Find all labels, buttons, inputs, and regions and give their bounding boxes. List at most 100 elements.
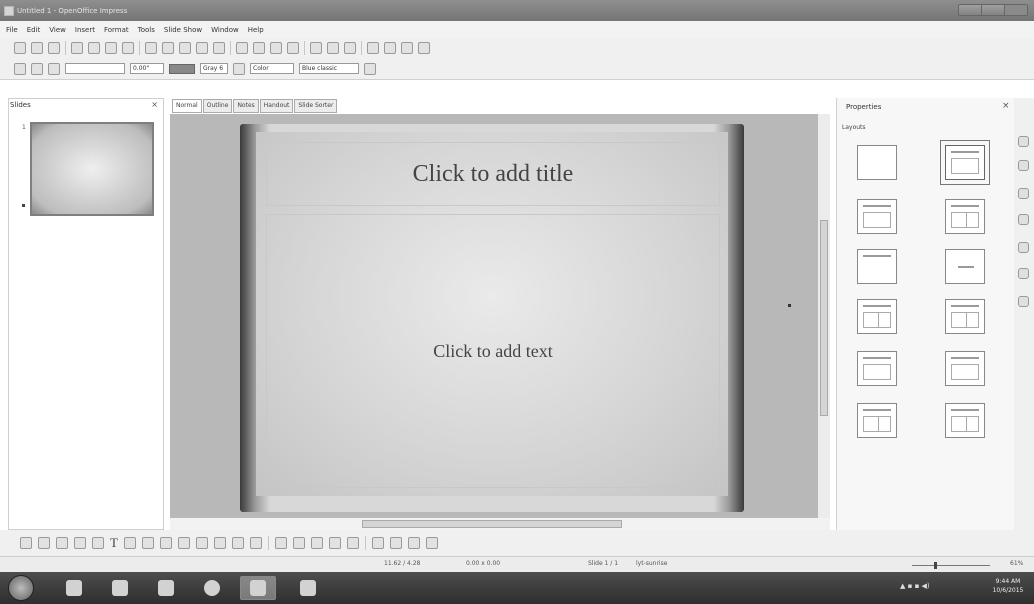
menu-help[interactable]: Help bbox=[248, 26, 264, 34]
select-arrow-icon[interactable] bbox=[20, 537, 32, 549]
menu-insert[interactable]: Insert bbox=[75, 26, 95, 34]
taskbar-clock[interactable]: 9:44 AM 10/6/2015 bbox=[988, 577, 1028, 595]
tab-slide-sorter[interactable]: Slide Sorter bbox=[294, 99, 338, 113]
menu-window[interactable]: Window bbox=[211, 26, 239, 34]
styles-deck-icon[interactable] bbox=[1018, 242, 1029, 253]
new-icon[interactable] bbox=[14, 42, 26, 54]
curve-tool-icon[interactable] bbox=[123, 537, 136, 549]
horizontal-scrollbar[interactable] bbox=[170, 518, 830, 530]
slide-layout-icon[interactable] bbox=[384, 42, 396, 54]
content-placeholder[interactable]: Click to add text bbox=[266, 214, 720, 488]
tab-handout[interactable]: Handout bbox=[259, 99, 294, 113]
vertical-scrollbar[interactable] bbox=[818, 114, 830, 518]
rotate-icon[interactable] bbox=[371, 537, 384, 549]
custom-animation-deck-icon[interactable] bbox=[1018, 188, 1029, 199]
layout-blank[interactable] bbox=[857, 145, 897, 180]
close-properties-icon[interactable]: × bbox=[1002, 101, 1010, 111]
menu-slide-show[interactable]: Slide Show bbox=[164, 26, 202, 34]
tab-outline[interactable]: Outline bbox=[202, 99, 233, 113]
navigator-deck-icon[interactable] bbox=[1018, 296, 1029, 307]
layout-centered-text[interactable] bbox=[945, 249, 985, 284]
tab-normal[interactable]: Normal bbox=[172, 99, 202, 113]
connector-tool-icon[interactable] bbox=[141, 537, 154, 549]
menu-view[interactable]: View bbox=[49, 26, 66, 34]
autospell-icon[interactable] bbox=[122, 42, 134, 54]
points-icon[interactable] bbox=[274, 537, 287, 549]
title-placeholder[interactable]: Click to add title bbox=[266, 142, 720, 206]
glue-points-icon[interactable] bbox=[292, 537, 305, 549]
spellcheck-icon[interactable] bbox=[105, 42, 117, 54]
shadow-icon[interactable] bbox=[364, 62, 376, 75]
layout-title-2-content-left[interactable] bbox=[857, 299, 897, 334]
open-icon[interactable] bbox=[31, 42, 43, 54]
text-tool-icon[interactable]: T bbox=[110, 535, 118, 551]
layout-title-only[interactable] bbox=[857, 249, 897, 284]
export-pdf-icon[interactable] bbox=[71, 42, 83, 54]
table-icon[interactable] bbox=[236, 42, 248, 54]
from-file-icon[interactable] bbox=[328, 537, 341, 549]
chart-icon[interactable] bbox=[270, 42, 282, 54]
close-slides-pane-icon[interactable]: × bbox=[151, 100, 158, 109]
vertical-scroll-thumb[interactable] bbox=[820, 220, 828, 416]
status-zoom[interactable]: 61% bbox=[1010, 560, 1023, 567]
symbol-shapes-icon[interactable] bbox=[177, 537, 190, 549]
taskbar-explorer[interactable] bbox=[102, 576, 138, 600]
taskbar-media[interactable] bbox=[148, 576, 184, 600]
taskbar-chrome[interactable] bbox=[194, 576, 230, 600]
layout-title-2-content-over[interactable] bbox=[945, 351, 985, 386]
fill-mode-select[interactable]: Color bbox=[250, 63, 294, 74]
rectangle-tool-icon[interactable] bbox=[74, 537, 86, 549]
slide-thumbnail[interactable] bbox=[30, 122, 154, 216]
horizontal-scroll-thumb[interactable] bbox=[362, 520, 622, 528]
close-button[interactable] bbox=[1005, 5, 1027, 15]
area-icon[interactable] bbox=[233, 62, 245, 75]
system-tray[interactable]: ▲ ▪ ▪ ◀) bbox=[900, 582, 930, 590]
cut-icon[interactable] bbox=[145, 42, 157, 54]
paste-icon[interactable] bbox=[179, 42, 191, 54]
line-style-select[interactable] bbox=[65, 63, 125, 74]
window-controls[interactable] bbox=[958, 4, 1028, 16]
undo-icon[interactable] bbox=[196, 42, 208, 54]
copy-icon[interactable] bbox=[162, 42, 174, 54]
layout-title-content-over[interactable] bbox=[857, 351, 897, 386]
line-icon[interactable] bbox=[31, 62, 43, 75]
menu-format[interactable]: Format bbox=[104, 26, 129, 34]
layouts-section-label[interactable]: Layouts bbox=[842, 124, 866, 131]
zoom-slider[interactable] bbox=[912, 565, 990, 566]
layout-title-content[interactable] bbox=[857, 199, 897, 234]
taskbar-ie[interactable] bbox=[56, 576, 92, 600]
block-arrows-icon[interactable] bbox=[195, 537, 208, 549]
menu-edit[interactable]: Edit bbox=[27, 26, 41, 34]
master-pages-deck-icon[interactable] bbox=[1018, 160, 1029, 171]
arrow-tool-icon[interactable] bbox=[56, 537, 68, 549]
fontwork-icon[interactable] bbox=[310, 537, 323, 549]
slide-transition-deck-icon[interactable] bbox=[1018, 214, 1029, 225]
hyperlink-icon[interactable] bbox=[287, 42, 299, 54]
start-button[interactable] bbox=[8, 575, 34, 601]
tab-notes[interactable]: Notes bbox=[233, 99, 259, 113]
fill-color-select[interactable]: Blue classic bbox=[299, 63, 359, 74]
arrange-icon[interactable] bbox=[407, 537, 420, 549]
image-icon[interactable] bbox=[253, 42, 265, 54]
select-icon[interactable] bbox=[14, 62, 26, 75]
help-icon[interactable] bbox=[344, 42, 356, 54]
extrusion-icon[interactable] bbox=[425, 537, 438, 549]
line-width-field[interactable]: 0.00" bbox=[130, 63, 164, 74]
arrow-style-icon[interactable] bbox=[48, 62, 60, 75]
menu-tools[interactable]: Tools bbox=[138, 26, 155, 34]
layout-title-4-content[interactable] bbox=[857, 403, 897, 438]
layout-title-2-content[interactable] bbox=[945, 199, 985, 234]
redo-icon[interactable] bbox=[213, 42, 225, 54]
slide-design-icon[interactable] bbox=[401, 42, 413, 54]
navigator-icon[interactable] bbox=[310, 42, 322, 54]
basic-shapes-icon[interactable] bbox=[159, 537, 172, 549]
layout-title-6-content[interactable] bbox=[945, 403, 985, 438]
taskbar-word[interactable] bbox=[290, 576, 326, 600]
line-tool-icon[interactable] bbox=[38, 537, 50, 549]
zoom-slider-knob[interactable] bbox=[934, 562, 937, 569]
align-icon[interactable] bbox=[389, 537, 402, 549]
print-icon[interactable] bbox=[88, 42, 100, 54]
maximize-button[interactable] bbox=[982, 5, 1005, 15]
minimize-button[interactable] bbox=[959, 5, 982, 15]
flowchart-icon[interactable] bbox=[213, 537, 226, 549]
